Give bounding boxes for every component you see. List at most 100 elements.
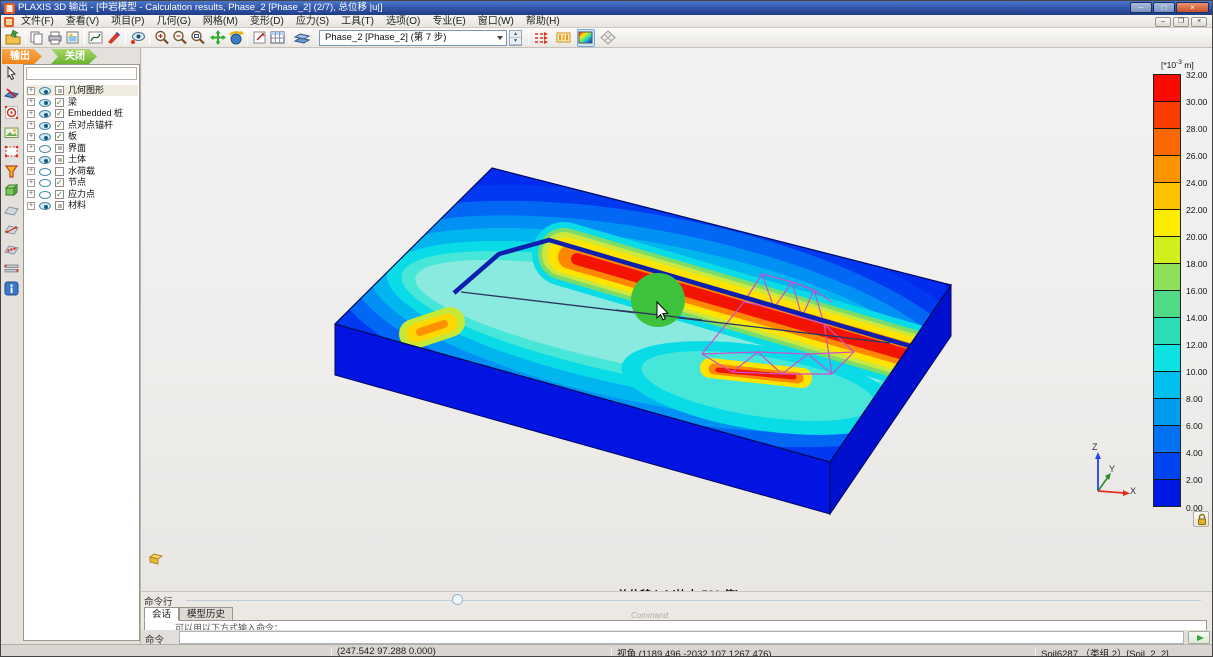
eye-icon[interactable] <box>39 122 51 130</box>
mdi-restore-button[interactable]: ❐ <box>1173 17 1189 27</box>
table-button[interactable] <box>269 29 287 47</box>
expand-icon[interactable] <box>27 156 35 164</box>
partial-geometry-tool-icon[interactable] <box>3 182 21 200</box>
menu-file[interactable]: 文件(F) <box>15 15 60 28</box>
mdi-minimize-button[interactable]: – <box>1155 17 1171 27</box>
curves-manager-button[interactable] <box>87 29 105 47</box>
tab-model-history[interactable]: 模型历史 <box>179 607 233 621</box>
snapshot-tool-icon[interactable] <box>3 124 21 142</box>
iso-mesh-button[interactable] <box>599 29 617 47</box>
cross-section-tool-icon[interactable] <box>3 85 21 103</box>
deformed-arrows-button[interactable] <box>533 29 551 47</box>
tree-row-materials[interactable]: 材料 <box>26 200 138 211</box>
eye-icon[interactable] <box>39 99 51 107</box>
tree-row-anchors[interactable]: 点对点锚杆 <box>26 120 138 131</box>
reset-view-button[interactable] <box>251 29 269 47</box>
tree-row-plates[interactable]: 板 <box>26 131 138 142</box>
menu-stresses[interactable]: 应力(S) <box>290 15 335 28</box>
node-marker-tool-icon[interactable] <box>3 104 21 122</box>
expand-icon[interactable] <box>27 133 35 141</box>
selection-box-tool-icon[interactable] <box>3 143 21 161</box>
maximize-button[interactable]: □ <box>1153 2 1175 13</box>
close-button[interactable]: × <box>1176 2 1209 13</box>
checkbox[interactable] <box>55 178 64 187</box>
tree-row-stress-points[interactable]: 应力点 <box>26 189 138 200</box>
mdi-close-button[interactable]: × <box>1191 17 1207 27</box>
expand-icon[interactable] <box>27 167 35 175</box>
eye-icon[interactable] <box>39 179 51 187</box>
checkbox[interactable] <box>55 155 64 164</box>
expand-icon[interactable] <box>27 87 35 95</box>
tree-row-geometry[interactable]: 几何图形 <box>26 85 138 96</box>
hide-items-button[interactable] <box>129 29 147 47</box>
phase-selector[interactable]: Phase_2 [Phase_2] (第 7 步) <box>319 30 507 46</box>
checkbox[interactable] <box>55 132 64 141</box>
menu-deformations[interactable]: 变形(D) <box>244 15 290 28</box>
cursor-tool-icon[interactable] <box>3 65 21 83</box>
copy-button[interactable] <box>28 29 46 47</box>
session-log[interactable]: 可以用以下方式输入命令： <box>144 620 1207 630</box>
checkbox[interactable] <box>55 121 64 130</box>
print-button[interactable] <box>46 29 64 47</box>
shadings-button[interactable] <box>577 29 595 47</box>
tree-row-soil[interactable]: 土体 <box>26 154 138 165</box>
info-tool-icon[interactable] <box>3 280 21 298</box>
export-image-button[interactable] <box>64 29 82 47</box>
checkbox[interactable] <box>55 190 64 199</box>
tree-row-nodes[interactable]: 节点 <box>26 177 138 188</box>
eye-icon[interactable] <box>39 202 51 210</box>
pan-button[interactable] <box>209 29 227 47</box>
menu-mesh[interactable]: 网格(M) <box>197 15 244 28</box>
gradient-pen-button[interactable] <box>105 29 123 47</box>
zoom-out-button[interactable] <box>171 29 189 47</box>
eye-icon[interactable] <box>39 156 51 164</box>
menu-help[interactable]: 帮助(H) <box>520 15 566 28</box>
checkbox[interactable] <box>55 144 64 153</box>
menu-options[interactable]: 选项(O) <box>380 15 426 28</box>
eye-icon[interactable] <box>39 133 51 141</box>
checkbox[interactable] <box>55 86 64 95</box>
tab-output[interactable]: 输出 <box>2 49 42 64</box>
eye-icon[interactable] <box>39 168 51 176</box>
vertical-plane-points-tool-icon[interactable] <box>3 241 21 259</box>
checkbox[interactable] <box>55 201 64 210</box>
filter-tool-icon[interactable] <box>3 163 21 181</box>
minimize-button[interactable]: – <box>1130 2 1152 13</box>
step-down-icon[interactable]: ▼ <box>510 38 521 45</box>
menu-expert[interactable]: 专业(E) <box>426 15 471 28</box>
legend-lock-button[interactable] <box>1193 511 1209 527</box>
expand-icon[interactable] <box>27 190 35 198</box>
eye-icon[interactable] <box>39 191 51 199</box>
contour-lines-button[interactable] <box>555 29 573 47</box>
expand-panel-icon[interactable] <box>148 553 164 566</box>
panel-splitter[interactable] <box>186 600 1201 601</box>
checkbox[interactable] <box>55 98 64 107</box>
eye-icon[interactable] <box>39 145 51 153</box>
tree-row-embedded-piles[interactable]: Embedded 桩 <box>26 108 138 119</box>
open-project-button[interactable] <box>4 29 22 47</box>
tab-close[interactable]: 关闭 <box>51 49 97 64</box>
menu-project[interactable]: 项目(P) <box>105 15 150 28</box>
expand-icon[interactable] <box>27 179 35 187</box>
eye-icon[interactable] <box>39 110 51 118</box>
tree-row-water-load[interactable]: 水荷载 <box>26 166 138 177</box>
run-command-button[interactable] <box>1188 631 1210 644</box>
expand-icon[interactable] <box>27 144 35 152</box>
phases-button[interactable] <box>293 29 311 47</box>
ruler-tool-icon[interactable] <box>3 260 21 278</box>
explorer-filter-input[interactable] <box>26 67 137 80</box>
expand-icon[interactable] <box>27 202 35 210</box>
menu-view[interactable]: 查看(V) <box>60 15 105 28</box>
tree-row-beams[interactable]: 梁 <box>26 97 138 108</box>
menu-geometry[interactable]: 几何(G) <box>150 15 196 28</box>
expand-icon[interactable] <box>27 110 35 118</box>
expand-icon[interactable] <box>27 121 35 129</box>
command-input[interactable] <box>179 631 1184 644</box>
zoom-in-button[interactable] <box>153 29 171 47</box>
tree-row-interfaces[interactable]: 界面 <box>26 143 138 154</box>
expand-icon[interactable] <box>27 98 35 106</box>
tab-session[interactable]: 会话 <box>144 607 179 621</box>
phase-stepper[interactable]: ▲▼ <box>509 30 522 46</box>
model-canvas[interactable] <box>142 48 1213 591</box>
zoom-rectangle-button[interactable] <box>189 29 207 47</box>
